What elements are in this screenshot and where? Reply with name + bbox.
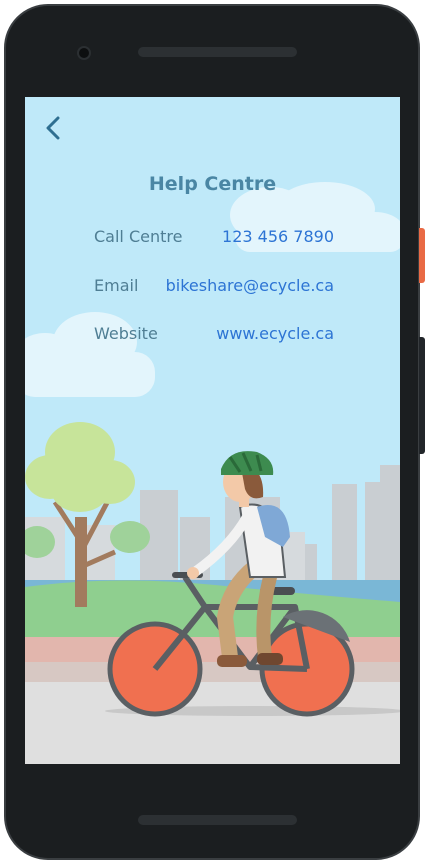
earpiece-speaker [138,47,297,57]
contact-row-email: Email bikeshare@ecycle.ca [94,276,334,300]
contact-row-call-centre: Call Centre 123 456 7890 [94,227,334,251]
bottom-speaker [138,815,297,825]
cyclist-icon [25,97,400,764]
help-centre-screen: Help Centre Call Centre 123 456 7890 Ema… [25,97,400,764]
chevron-left-icon [46,116,60,140]
back-button[interactable] [37,112,69,144]
email-link[interactable]: bikeshare@ecycle.ca [166,276,334,295]
page-title: Help Centre [148,173,277,195]
website-label: Website [94,324,158,343]
volume-button[interactable] [419,337,425,454]
power-button[interactable] [419,228,425,283]
phone-number-link[interactable]: 123 456 7890 [222,227,334,246]
website-link[interactable]: www.ecycle.ca [216,324,334,343]
front-camera [77,46,91,60]
call-centre-label: Call Centre [94,227,183,246]
email-label: Email [94,276,139,295]
contact-row-website: Website www.ecycle.ca [94,324,334,348]
